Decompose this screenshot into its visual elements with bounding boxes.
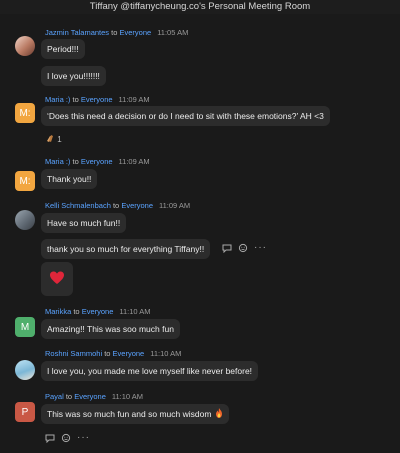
message-text: This was so much fun and so much wisdom	[47, 409, 212, 419]
avatar[interactable]: M:	[15, 103, 35, 123]
more-options-icon[interactable]: ···	[254, 243, 267, 253]
to-label: to	[71, 307, 82, 316]
message-bubble[interactable]: ‘Does this need a decision or do I need …	[41, 106, 330, 126]
sender-name[interactable]: Marikka	[45, 307, 71, 316]
timestamp: 11:10 AM	[119, 307, 151, 316]
avatar[interactable]: M	[15, 317, 35, 337]
timestamp: 11:09 AM	[118, 95, 150, 104]
recipient-name[interactable]: Everyone	[82, 307, 114, 316]
add-reaction-icon[interactable]	[61, 433, 71, 443]
message-header: Maria :) to Everyone 11:09 AM	[45, 157, 150, 167]
message-bubble[interactable]: thank you so much for everything Tiffany…	[41, 239, 211, 259]
message-actions: ···	[45, 432, 90, 444]
timestamp: 11:10 AM	[111, 392, 144, 401]
recipient-name[interactable]: Everyone	[121, 201, 153, 210]
sender-name[interactable]: Payal	[45, 392, 64, 401]
timestamp: 11:10 AM	[150, 349, 182, 358]
avatar[interactable]	[15, 36, 35, 56]
sender-name[interactable]: Jazmin Talamantes	[45, 28, 109, 37]
message-header: Maria :) to Everyone 11:09 AM	[45, 95, 150, 105]
message-bubble[interactable]: I love you, you made me love myself like…	[41, 361, 259, 381]
reply-icon[interactable]	[45, 433, 55, 443]
timestamp: 11:09 AM	[159, 201, 191, 210]
to-label: to	[70, 157, 81, 166]
avatar[interactable]: M:	[15, 171, 35, 191]
more-options-icon[interactable]: ···	[77, 433, 90, 443]
to-label: to	[70, 95, 81, 104]
message-header: Roshni Sammohi to Everyone 11:10 AM	[45, 349, 181, 359]
message-header: Marikka to Everyone 11:10 AM	[45, 307, 151, 317]
message-bubble[interactable]: Period!!!	[41, 39, 85, 59]
avatar[interactable]	[15, 210, 35, 230]
message-header: Payal to Everyone 11:10 AM	[45, 392, 143, 402]
message-actions: ···	[222, 242, 267, 254]
recipient-name[interactable]: Everyone	[120, 28, 152, 37]
message-bubble[interactable]: Amazing!! This was soo much fun	[41, 319, 180, 339]
to-label: to	[102, 349, 113, 358]
to-label: to	[109, 28, 120, 37]
message-header: Jazmin Talamantes to Everyone 11:05 AM	[45, 28, 188, 38]
avatar[interactable]	[15, 360, 35, 380]
to-label: to	[110, 201, 122, 210]
fire-icon	[216, 408, 223, 418]
sender-name[interactable]: Kelli Schmalenbach	[45, 201, 111, 210]
message-header: Kelli Schmalenbach to Everyone 11:09 AM	[45, 201, 190, 211]
timestamp: 11:05 AM	[157, 28, 189, 37]
emoji-message-bubble[interactable]	[41, 262, 73, 296]
reaction-count: 1	[57, 135, 62, 144]
timestamp: 11:09 AM	[118, 157, 150, 166]
message-bubble[interactable]: Have so much fun!!	[41, 213, 127, 233]
clapping-hands-icon	[47, 135, 53, 142]
reaction-pill[interactable]: 1	[45, 133, 62, 145]
avatar[interactable]: P	[15, 402, 35, 422]
sender-name[interactable]: Maria :)	[45, 157, 70, 166]
sender-name[interactable]: Maria :)	[45, 95, 70, 104]
recipient-name[interactable]: Everyone	[74, 392, 106, 401]
to-label: to	[63, 392, 75, 401]
message-bubble[interactable]: This was so much fun and so much wisdom	[41, 404, 230, 424]
message-bubble[interactable]: Thank you!!	[41, 169, 98, 189]
recipient-name[interactable]: Everyone	[81, 157, 113, 166]
red-heart-icon	[50, 271, 64, 284]
recipient-name[interactable]: Everyone	[113, 349, 145, 358]
reply-icon[interactable]	[222, 243, 232, 253]
chat-message-list[interactable]: Jazmin Talamantes to Everyone 11:05 AM Pe…	[0, 14, 400, 453]
sender-name[interactable]: Roshni Sammohi	[45, 349, 102, 358]
add-reaction-icon[interactable]	[238, 243, 248, 253]
recipient-name[interactable]: Everyone	[81, 95, 113, 104]
message-bubble[interactable]: I love you!!!!!!!	[41, 66, 106, 86]
window-title: Tiffany @tiffanycheung.co's Personal Mee…	[0, 0, 400, 14]
